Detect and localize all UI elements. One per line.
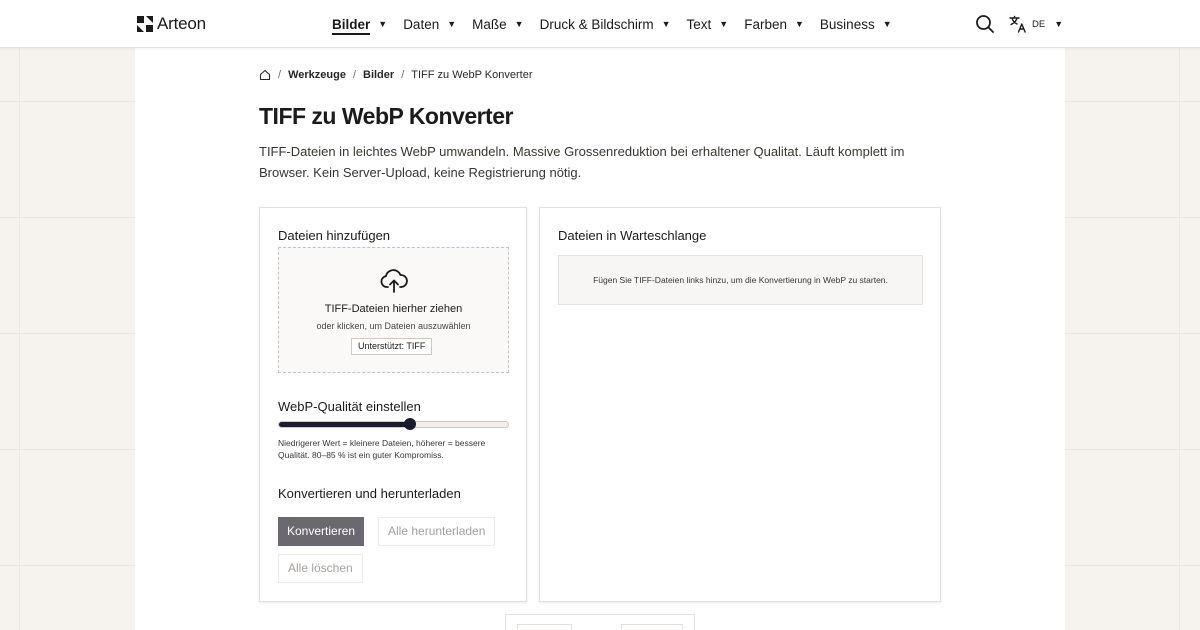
bottom-panel-box <box>621 624 683 630</box>
convert-button[interactable]: Konvertieren <box>278 517 365 546</box>
caret-down-icon: ▼ <box>661 19 671 29</box>
nav-item-text[interactable]: Text ▼ <box>687 0 729 48</box>
breadcrumb-current: TIFF zu WebP Konverter <box>411 69 533 81</box>
file-dropzone[interactable]: TIFF-Dateien hierher ziehen oder klicken… <box>278 247 509 373</box>
main-content: / Werkzeuge / Bilder / TIFF zu WebP Konv… <box>135 48 1065 630</box>
breadcrumb-link-bilder[interactable]: Bilder <box>363 69 394 81</box>
translate-icon <box>1009 15 1026 33</box>
nav-label: Farben <box>744 16 787 32</box>
upload-heading: Dateien hinzufügen <box>278 228 391 243</box>
slider-thumb[interactable] <box>403 418 416 430</box>
bottom-panel-box <box>517 624 572 630</box>
nav-item-druck-bildschirm[interactable]: Druck & Bildschirm ▼ <box>540 0 671 48</box>
caret-down-icon: ▼ <box>882 19 892 29</box>
home-icon[interactable] <box>259 69 271 81</box>
nav-label: Daten <box>403 16 440 32</box>
breadcrumb-separator: / <box>352 69 356 81</box>
upload-settings-card: Dateien hinzufügen TIFF-Dateien hierher … <box>259 207 527 602</box>
actions-heading: Konvertieren und herunterladen <box>278 486 461 501</box>
quality-slider[interactable] <box>278 418 509 430</box>
top-header: Arteon Bilder ▼ Daten ▼ Maße ▼ Druck & B… <box>0 0 1200 48</box>
brand-logo[interactable]: Arteon <box>137 13 206 35</box>
main-nav: Bilder ▼ Daten ▼ Maße ▼ Druck & Bildschi… <box>332 0 908 48</box>
dropzone-title: TIFF-Dateien hierher ziehen <box>324 303 463 315</box>
brand-name: Arteon <box>157 14 206 33</box>
nav-label: Bilder <box>332 17 371 35</box>
nav-item-daten[interactable]: Daten ▼ <box>403 0 456 48</box>
language-code: DE <box>1032 18 1046 30</box>
quality-heading: WebP-Qualität einstellen <box>278 399 421 414</box>
caret-down-icon: ▼ <box>795 19 804 29</box>
nav-item-masse[interactable]: Maße ▼ <box>472 0 523 48</box>
download-all-button[interactable]: Alle herunterladen <box>378 517 496 546</box>
breadcrumb: / Werkzeuge / Bilder / TIFF zu WebP Konv… <box>259 69 533 81</box>
clear-all-button[interactable]: Alle löschen <box>278 554 363 583</box>
supported-format-badge: Unterstützt: TIFF <box>351 338 433 355</box>
nav-item-business[interactable]: Business ▼ <box>820 0 892 48</box>
bottom-panel <box>505 614 695 630</box>
nav-item-farben[interactable]: Farben ▼ <box>744 0 804 48</box>
nav-label: Maße <box>472 16 507 32</box>
language-selector[interactable]: DE ▼ <box>1009 14 1063 34</box>
cloud-upload-icon <box>380 269 408 293</box>
nav-label: Text <box>686 16 712 32</box>
caret-down-icon: ▼ <box>514 19 524 29</box>
page-description: TIFF-Dateien in leichtes WebP umwandeln.… <box>259 144 905 180</box>
caret-down-icon: ▼ <box>1054 19 1064 29</box>
breadcrumb-separator: / <box>278 69 282 81</box>
caret-down-icon: ▼ <box>719 19 729 29</box>
nav-label: Business <box>819 16 875 32</box>
search-button[interactable] <box>975 14 995 34</box>
nav-label: Druck & Bildschirm <box>539 16 654 32</box>
caret-down-icon: ▼ <box>378 19 388 29</box>
nav-item-bilder[interactable]: Bilder ▼ <box>332 0 387 48</box>
dropzone-subtitle: oder klicken, um Dateien auszuwählen <box>316 321 471 331</box>
page-title: TIFF zu WebP Konverter <box>259 103 513 129</box>
queue-card: Dateien in Warteschlange Fügen Sie TIFF-… <box>539 207 941 602</box>
breadcrumb-link-werkzeuge[interactable]: Werkzeuge <box>288 69 346 81</box>
queue-empty-state: Fügen Sie TIFF-Dateien links hinzu, um d… <box>558 255 923 305</box>
slider-fill <box>279 422 410 427</box>
caret-down-icon: ▼ <box>447 19 457 29</box>
queue-heading: Dateien in Warteschlange <box>558 228 707 243</box>
search-icon <box>976 15 994 33</box>
logo-icon <box>137 16 153 32</box>
quality-hint: Niedrigerer Wert = kleinere Dateien, höh… <box>278 438 486 460</box>
breadcrumb-separator: / <box>401 69 405 81</box>
